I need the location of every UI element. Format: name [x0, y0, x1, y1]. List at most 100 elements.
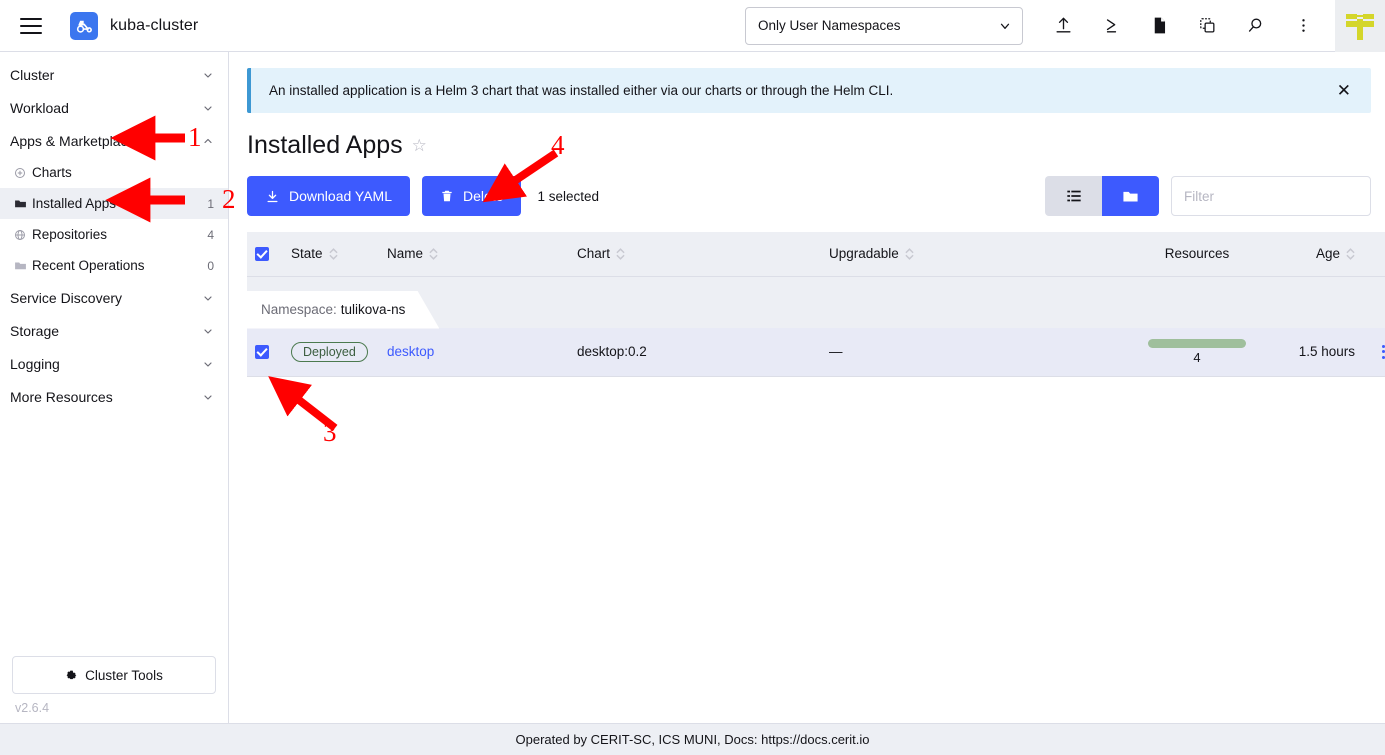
row-actions-cell	[1363, 328, 1385, 376]
folder-view-icon[interactable]	[1102, 176, 1159, 216]
column-age[interactable]: Age	[1273, 232, 1363, 276]
star-icon[interactable]: ☆	[412, 136, 427, 156]
column-label: Age	[1316, 246, 1340, 261]
cluster-tools-button[interactable]: Cluster Tools	[12, 656, 216, 694]
sidebar-item-charts[interactable]: Charts	[0, 157, 228, 188]
sidebar-item-cluster[interactable]: Cluster	[0, 58, 228, 91]
info-banner-text: An installed application is a Helm 3 cha…	[269, 83, 1333, 98]
gear-icon	[65, 669, 78, 682]
row-name-cell: desktop	[379, 328, 569, 376]
namespace-filter-dropdown[interactable]: Only User Namespaces	[745, 7, 1023, 45]
row-checkbox[interactable]	[255, 345, 269, 359]
sidebar-label: Service Discovery	[10, 290, 202, 306]
sidebar: Cluster Workload Apps & Marketplace	[0, 52, 229, 723]
row-actions-kebab-icon[interactable]	[1371, 345, 1385, 359]
sort-icon	[329, 248, 338, 260]
top-header: kuba-cluster Only User Namespaces	[0, 0, 1385, 52]
sidebar-item-workload[interactable]: Workload	[0, 91, 228, 124]
app-body: Cluster Workload Apps & Marketplace	[0, 52, 1385, 723]
select-all-checkbox[interactable]	[255, 247, 269, 261]
delete-button[interactable]: Delete	[422, 176, 521, 216]
sidebar-label: Logging	[10, 356, 202, 372]
namespace-key: Namespace:	[261, 302, 337, 317]
circle-plus-icon	[14, 167, 32, 179]
row-select-cell	[247, 328, 283, 376]
column-label: State	[291, 246, 323, 261]
sidebar-item-logging[interactable]: Logging	[0, 347, 228, 380]
sort-icon	[616, 248, 625, 260]
filter-input[interactable]	[1171, 176, 1371, 216]
hamburger-menu-icon[interactable]	[14, 9, 48, 43]
app-name-link[interactable]: desktop	[387, 344, 434, 359]
select-all-header	[247, 232, 283, 276]
sidebar-nav: Cluster Workload Apps & Marketplace	[0, 58, 228, 656]
search-icon[interactable]	[1236, 7, 1274, 45]
namespace-filter-value: Only User Namespaces	[758, 18, 998, 33]
cerit-sc-logo	[1335, 0, 1385, 52]
chevron-down-icon	[998, 19, 1012, 33]
row-age-cell: 1.5 hours	[1273, 328, 1363, 376]
sidebar-label: Apps & Marketplace	[10, 133, 202, 149]
selected-count: 1 selected	[537, 189, 599, 204]
import-yaml-icon[interactable]	[1044, 7, 1082, 45]
column-upgradable[interactable]: Upgradable	[821, 232, 1121, 276]
sidebar-item-more-resources[interactable]: More Resources	[0, 380, 228, 413]
sidebar-item-recent-operations[interactable]: Recent Operations 0	[0, 250, 228, 281]
column-chart[interactable]: Chart	[569, 232, 821, 276]
close-icon[interactable]: ✕	[1333, 82, 1355, 99]
table-row[interactable]: Deployed desktop desktop:0.2 — 4 1.5 hou…	[247, 328, 1385, 376]
sort-icon	[1346, 248, 1355, 260]
sidebar-footer: Cluster Tools v2.6.4	[0, 656, 228, 723]
kubectl-shell-icon[interactable]	[1092, 7, 1130, 45]
sort-icon	[905, 248, 914, 260]
table-header: State Name	[247, 232, 1385, 276]
row-upgradable-cell: —	[821, 328, 1121, 376]
rancher-app: kuba-cluster Only User Namespaces	[0, 0, 1385, 755]
sidebar-item-service-discovery[interactable]: Service Discovery	[0, 281, 228, 314]
column-state[interactable]: State	[283, 232, 379, 276]
delete-label: Delete	[463, 188, 503, 204]
column-actions	[1363, 232, 1385, 276]
main-content: An installed application is a Helm 3 cha…	[229, 52, 1385, 723]
download-yaml-button[interactable]: Download YAML	[247, 176, 410, 216]
page-title: Installed Apps	[247, 131, 403, 160]
installed-apps-table: State Name	[247, 232, 1385, 377]
info-banner: An installed application is a Helm 3 cha…	[247, 68, 1371, 113]
column-name[interactable]: Name	[379, 232, 569, 276]
column-label: Upgradable	[829, 246, 899, 261]
sidebar-item-storage[interactable]: Storage	[0, 314, 228, 347]
sidebar-label: Storage	[10, 323, 202, 339]
table-view-controls	[1045, 176, 1371, 216]
sidebar-label: Workload	[10, 100, 202, 116]
column-label: Name	[387, 246, 423, 261]
namespace-value: tulikova-ns	[341, 302, 406, 317]
sidebar-label: Charts	[32, 165, 214, 180]
download-icon	[265, 189, 280, 204]
sidebar-count: 1	[207, 197, 214, 211]
folder-icon	[14, 197, 32, 210]
sidebar-label: Installed Apps	[32, 196, 207, 211]
namespace-group-cell: Namespace: tulikova-ns	[247, 276, 1385, 328]
trash-icon	[440, 189, 454, 203]
sidebar-item-repositories[interactable]: Repositories 4	[0, 219, 228, 250]
column-label: Chart	[577, 246, 610, 261]
chevron-down-icon	[202, 292, 214, 304]
docs-icon[interactable]	[1140, 7, 1178, 45]
cluster-name: kuba-cluster	[110, 17, 198, 35]
namespace-group-row: Namespace: tulikova-ns	[247, 276, 1385, 328]
sidebar-label: Recent Operations	[32, 258, 207, 273]
copy-kubeconfig-icon[interactable]	[1188, 7, 1226, 45]
more-actions-icon[interactable]	[1284, 7, 1322, 45]
page-title-row: Installed Apps ☆	[247, 131, 1371, 160]
sidebar-item-apps-and-marketplace[interactable]: Apps & Marketplace	[0, 124, 228, 157]
table-body: Namespace: tulikova-ns Deployed	[247, 276, 1385, 376]
table-header-row: State Name	[247, 232, 1385, 276]
column-label: Resources	[1165, 246, 1230, 261]
cluster-logo-icon	[70, 12, 98, 40]
list-view-icon[interactable]	[1045, 176, 1102, 216]
namespace-group-tab[interactable]: Namespace: tulikova-ns	[247, 291, 439, 329]
action-toolbar: Download YAML Delete 1 selected	[247, 176, 1371, 216]
download-yaml-label: Download YAML	[289, 188, 392, 204]
chevron-up-icon	[202, 135, 214, 147]
sidebar-item-installed-apps[interactable]: Installed Apps 1	[0, 188, 228, 219]
